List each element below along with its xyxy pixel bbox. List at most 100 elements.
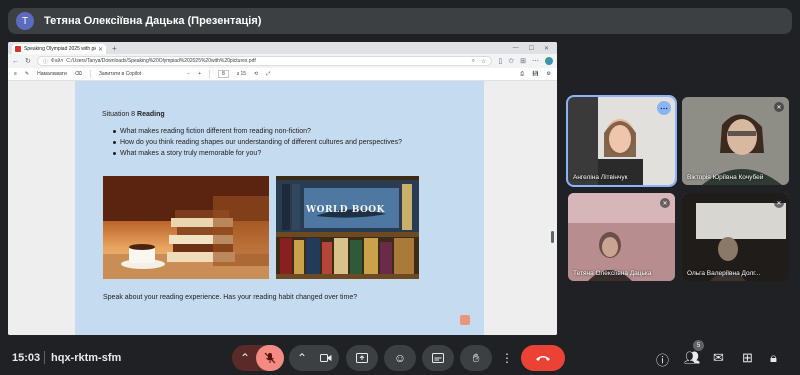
mic-off-icon: ✕ bbox=[774, 102, 784, 112]
meeting-code: hqx-rktm-sfm bbox=[51, 352, 122, 364]
camera-toggle-button[interactable] bbox=[313, 345, 339, 371]
raise-hand-button[interactable]: ✋︎ bbox=[460, 345, 492, 371]
pdf-page: Situation 8 Reading What makes reading f… bbox=[75, 81, 484, 335]
question-item: What makes a story truly memorable for y… bbox=[113, 148, 402, 159]
chevron-up-icon: ⌃ bbox=[297, 351, 308, 365]
captions-icon bbox=[432, 353, 444, 363]
copilot-icon[interactable] bbox=[545, 57, 553, 65]
split-screen-icon[interactable]: ▯ bbox=[498, 57, 502, 65]
participant-name: Ольга Валеріївна Долг... bbox=[687, 270, 761, 277]
participant-tile[interactable]: ⋯ Ангеліна Літвінчук bbox=[566, 95, 677, 187]
settings-icon[interactable]: ⚙ bbox=[547, 71, 551, 77]
participant-tile[interactable]: ✕ Тетяна Олексіївна Дацька bbox=[568, 193, 675, 281]
present-screen-icon bbox=[356, 353, 368, 363]
participant-video bbox=[682, 97, 789, 185]
url-prefix: Файл bbox=[50, 58, 64, 64]
new-tab-icon[interactable]: + bbox=[112, 44, 117, 53]
reactions-button[interactable]: ☺ bbox=[384, 345, 416, 371]
star-icon[interactable]: ☆ bbox=[481, 58, 486, 65]
scrollbar-thumb[interactable] bbox=[551, 231, 554, 243]
page-total: з 15 bbox=[236, 71, 247, 77]
present-button[interactable] bbox=[346, 345, 378, 371]
presenter-bar: T Тетяна Олексіївна Дацька (Презентація) bbox=[8, 8, 792, 34]
participant-name: Ангеліна Літвінчук bbox=[573, 174, 628, 181]
presenter-avatar: T bbox=[16, 12, 34, 30]
divider bbox=[44, 351, 45, 364]
close-icon[interactable]: ✕ bbox=[98, 46, 103, 53]
slide-title-prefix: Situation 8 bbox=[102, 111, 136, 118]
mic-off-icon: ✕ bbox=[774, 198, 784, 208]
participant-tile[interactable]: ✕ Вікторія Юріївна Кочубей bbox=[682, 97, 789, 185]
participant-video bbox=[682, 193, 789, 281]
pdf-icon bbox=[15, 46, 21, 52]
favorites-icon[interactable]: ✩ bbox=[508, 57, 514, 65]
minimize-icon[interactable]: — bbox=[513, 45, 519, 52]
menu-dots-icon[interactable]: ⋯ bbox=[532, 57, 539, 65]
question-item: How do you think reading shapes our unde… bbox=[113, 139, 402, 146]
meeting-info-icon[interactable]: ⓘ bbox=[656, 350, 669, 369]
copilot-button[interactable]: Запитати в Copilot bbox=[99, 71, 141, 77]
participant-count-badge: 5 bbox=[693, 340, 704, 351]
page-number-input[interactable]: 8 bbox=[217, 70, 229, 78]
shelf-book-title: WORLD BOOK bbox=[306, 205, 385, 215]
slide-title: Situation 8 Reading bbox=[102, 111, 165, 118]
bookshelf-image: WORLD BOOK bbox=[276, 176, 419, 279]
meeting-controls-bar: 15:03 hqx-rktm-sfm ⌃ ⌃ ☺ ✋︎ ⋮ ⓘ 👥︎ 5 ✉ ⊞… bbox=[0, 340, 800, 375]
pdf-action-icon[interactable] bbox=[460, 315, 470, 325]
mic-off-icon: ✕ bbox=[660, 198, 670, 208]
question-item: What makes reading fiction different fro… bbox=[113, 126, 402, 137]
hand-icon: ✋︎ bbox=[472, 350, 480, 365]
window-controls: — ☐ ✕ bbox=[513, 45, 557, 52]
url-text: C:/Users/Tanya/Downloads/Speaking%20Olym… bbox=[66, 58, 256, 64]
maximize-icon[interactable]: ☐ bbox=[529, 45, 534, 52]
save-icon[interactable]: 💾︎ bbox=[532, 71, 538, 77]
books-illustration bbox=[103, 176, 269, 279]
participant-tile[interactable]: ✕ Ольга Валеріївна Долг... bbox=[682, 193, 789, 281]
draw-label[interactable]: Намалювати bbox=[37, 71, 67, 77]
tab-title: Speaking Olympiad 2025 with pic bbox=[24, 46, 96, 52]
more-options-button[interactable]: ⋯ bbox=[657, 101, 671, 115]
smile-icon: ☺ bbox=[393, 351, 407, 365]
pdf-viewer: Situation 8 Reading What makes reading f… bbox=[8, 81, 557, 335]
participant-video bbox=[568, 193, 675, 281]
leave-call-button[interactable] bbox=[521, 345, 565, 371]
browser-navbar: ← ↻ ⓘ Файл C:/Users/Tanya/Downloads/Spea… bbox=[8, 54, 557, 68]
browser-tab[interactable]: Speaking Olympiad 2025 with pic ✕ bbox=[12, 44, 106, 54]
search-icon[interactable]: ⌕ bbox=[472, 58, 475, 65]
people-icon[interactable]: 👥︎ bbox=[684, 350, 701, 366]
extensions-icon[interactable]: ⊞ bbox=[520, 57, 526, 65]
activities-icon[interactable]: ⊞ bbox=[742, 350, 753, 366]
participant-name: Тетяна Олексіївна Дацька bbox=[573, 270, 652, 277]
print-icon[interactable]: ⎙ bbox=[520, 71, 524, 77]
back-icon[interactable]: ← bbox=[12, 58, 19, 65]
mic-off-icon bbox=[264, 352, 276, 364]
microphone-toggle-button[interactable] bbox=[256, 345, 284, 371]
presenter-title: Тетяна Олексіївна Дацька (Презентація) bbox=[44, 15, 262, 27]
window-close-icon[interactable]: ✕ bbox=[544, 45, 549, 52]
zoom-in-icon[interactable]: + bbox=[198, 71, 201, 77]
eraser-icon[interactable]: ⌫ bbox=[75, 71, 82, 77]
slide-prompt: Speak about your reading experience. Has… bbox=[103, 294, 358, 301]
more-options-button[interactable]: ⋮ bbox=[498, 345, 516, 371]
meeting-time: 15:03 bbox=[12, 352, 41, 364]
highlight-icon[interactable]: ✎ bbox=[25, 71, 29, 77]
participant-name: Вікторія Юріївна Кочубей bbox=[687, 174, 764, 181]
rotate-icon[interactable]: ⟲ bbox=[254, 71, 258, 77]
pdf-toolbar: ≡ ✎ Намалювати ⌫ Запитати в Copilot − + … bbox=[8, 68, 557, 81]
books-coffee-image bbox=[103, 176, 269, 279]
menu-icon[interactable]: ≡ bbox=[14, 71, 17, 77]
divider bbox=[208, 70, 210, 78]
host-controls-icon[interactable]: 🔒︎ bbox=[770, 350, 777, 366]
end-call-icon bbox=[536, 356, 550, 361]
chat-icon[interactable]: ✉ bbox=[713, 350, 724, 366]
video-camera-icon bbox=[320, 354, 332, 362]
captions-button[interactable] bbox=[422, 345, 454, 371]
question-list: What makes reading fiction different fro… bbox=[113, 126, 402, 159]
slide-title-topic: Reading bbox=[137, 111, 165, 118]
chevron-up-icon: ⌃ bbox=[240, 351, 251, 365]
refresh-icon[interactable]: ↻ bbox=[25, 57, 31, 65]
fit-icon[interactable]: ⤢ bbox=[266, 71, 270, 77]
bookshelf-illustration bbox=[276, 176, 419, 279]
address-bar[interactable]: ⓘ Файл C:/Users/Tanya/Downloads/Speaking… bbox=[36, 56, 493, 66]
zoom-out-icon[interactable]: − bbox=[187, 71, 190, 77]
